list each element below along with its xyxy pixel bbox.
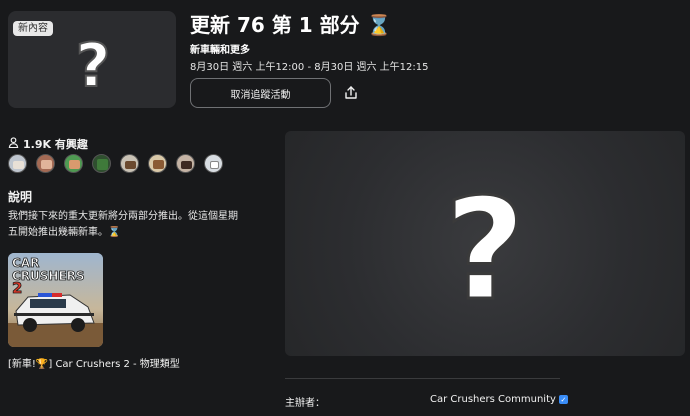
event-dates: 8月30日 週六 上午12:00 - 8月30日 週六 上午12:15 [190, 62, 429, 73]
person-icon [8, 137, 19, 151]
avatar[interactable] [8, 154, 27, 173]
cancel-follow-button[interactable]: 取消追蹤活動 [190, 78, 331, 108]
verified-icon: ✓ [558, 395, 568, 404]
share-icon[interactable] [343, 85, 359, 101]
avatar[interactable] [204, 154, 223, 173]
event-title: 更新 76 第 1 部分 ⌛ [190, 13, 392, 37]
event-subtitle: 新車輛和更多 [190, 45, 250, 56]
interested-avatars [8, 154, 223, 173]
divider [285, 378, 560, 379]
host-label: 主辦者： [285, 398, 325, 409]
interest-label: 1.9K 有興趣 [23, 138, 88, 151]
avatar[interactable] [120, 154, 139, 173]
svg-text:?: ? [444, 176, 525, 311]
avatar[interactable] [36, 154, 55, 173]
description-heading: 說明 [8, 190, 33, 204]
placeholder-question-icon: ? [435, 168, 535, 334]
avatar[interactable] [64, 154, 83, 173]
game-thumbnail[interactable]: CAR CRUSHERS 2 [8, 253, 103, 347]
game-label[interactable]: [新車!🏆] Car Crushers 2 - 物理類型 [8, 355, 180, 370]
game-logo: CAR CRUSHERS 2 [12, 256, 85, 297]
interest-count: 1.9K 有興趣 [8, 136, 88, 152]
host-name-link[interactable]: Car Crushers Community [430, 394, 556, 405]
event-image: ? [285, 131, 685, 356]
svg-text:?: ? [76, 32, 111, 96]
avatar[interactable] [176, 154, 195, 173]
new-content-badge: 新內容 [13, 21, 53, 36]
avatar[interactable] [148, 154, 167, 173]
event-thumbnail: 新內容 ? [8, 11, 176, 108]
description-text: 我們接下來的重大更新將分兩部分推出。從這個星期五開始推出幾輛新車。⌛ [8, 211, 238, 238]
placeholder-question-icon: ? [58, 29, 128, 99]
avatar[interactable] [92, 154, 111, 173]
host-value: Car Crushers Community ✓ [430, 394, 568, 405]
